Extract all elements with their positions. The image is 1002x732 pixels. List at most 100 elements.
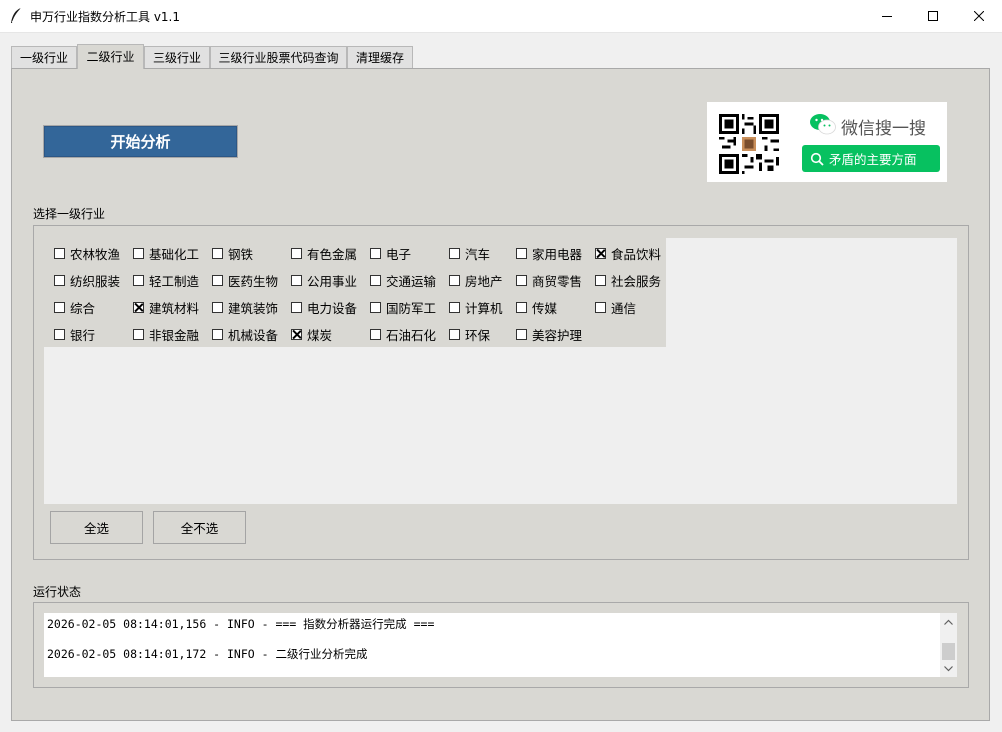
tab-level3[interactable]: 三级行业 — [144, 46, 210, 68]
checkbox-unchecked-icon[interactable] — [449, 274, 460, 286]
select-all-button[interactable]: 全选 — [50, 511, 143, 544]
checkbox-checked-icon[interactable] — [595, 247, 606, 259]
checkbox-unchecked-icon[interactable] — [516, 247, 527, 259]
industry-checkbox[interactable]: 银行 — [54, 326, 95, 343]
checkbox-unchecked-icon[interactable] — [54, 247, 65, 259]
industry-list-area: 农林牧渔 基础化工 钢铁 有色金属 电子 汽车 家用电器 食品饮料纺织服装 轻工制造 医药生物 公用… — [44, 238, 957, 504]
maximize-button[interactable] — [910, 0, 956, 32]
industry-checkbox[interactable]: 纺织服装 — [54, 272, 120, 289]
industry-checkbox[interactable]: 家用电器 — [516, 245, 582, 262]
checkbox-unchecked-icon[interactable] — [133, 328, 144, 340]
industry-checkbox[interactable]: 综合 — [54, 299, 96, 316]
wechat-banner: 微信搜一搜 矛盾的主要方面 — [707, 102, 947, 182]
checkbox-unchecked-icon[interactable] — [516, 301, 527, 313]
industry-checkbox[interactable]: 有色金属 — [291, 245, 357, 262]
checkbox-checked-icon[interactable] — [133, 301, 144, 313]
wechat-search-text: 矛盾的主要方面 — [829, 152, 917, 167]
industry-checkbox[interactable]: 美容护理 — [516, 326, 582, 343]
window-title: 申万行业指数分析工具 v1.1 — [30, 10, 181, 24]
search-icon — [810, 152, 824, 166]
industry-checkbox[interactable]: 传媒 — [516, 299, 558, 316]
checkbox-unchecked-icon[interactable] — [291, 247, 302, 259]
industry-checkbox-label: 食品饮料 — [611, 246, 662, 262]
chevron-up-icon — [944, 619, 953, 625]
industry-checkbox[interactable]: 钢铁 — [212, 245, 253, 262]
checkbox-unchecked-icon[interactable] — [516, 328, 527, 340]
industry-checkbox[interactable]: 交通运输 — [370, 272, 437, 289]
industry-checkbox[interactable]: 公用事业 — [291, 272, 358, 289]
industry-checkbox[interactable]: 医药生物 — [212, 272, 278, 289]
checkbox-unchecked-icon[interactable] — [370, 301, 381, 313]
industry-checkbox[interactable]: 机械设备 — [212, 326, 278, 343]
checkbox-unchecked-icon[interactable] — [449, 301, 460, 313]
industry-checkbox[interactable]: 轻工制造 — [133, 272, 199, 289]
industry-checkbox[interactable]: 建筑材料 — [133, 299, 199, 316]
industry-checkbox-label: 传媒 — [532, 300, 558, 316]
checkbox-unchecked-icon[interactable] — [212, 301, 223, 313]
industry-checkbox[interactable]: 国防军工 — [370, 299, 436, 316]
industry-checkbox[interactable]: 基础化工 — [133, 245, 199, 262]
checkbox-unchecked-icon[interactable] — [595, 301, 606, 313]
industry-checkbox[interactable]: 农林牧渔 — [54, 245, 121, 262]
industry-checkbox-label: 建筑装饰 — [228, 300, 279, 316]
industry-checkbox[interactable]: 石油石化 — [370, 326, 437, 343]
industry-checkbox-label: 石油石化 — [386, 327, 437, 343]
log-scrollbar[interactable] — [940, 613, 957, 677]
checkbox-grid: 农林牧渔 基础化工 钢铁 有色金属 电子 汽车 家用电器 食品饮料纺织服装 轻工制造 医药生物 公用… — [44, 238, 666, 347]
industry-checkbox[interactable]: 非银金融 — [133, 326, 199, 343]
industry-checkbox[interactable]: 商贸零售 — [516, 272, 583, 289]
industry-checkbox[interactable]: 房地产 — [449, 272, 503, 289]
checkbox-unchecked-icon[interactable] — [449, 328, 460, 340]
qr-code-icon — [719, 114, 779, 174]
checkbox-unchecked-icon[interactable] — [370, 247, 381, 259]
industry-checkbox-label: 交通运输 — [386, 273, 437, 289]
industry-checkbox[interactable]: 社会服务 — [595, 272, 661, 289]
industry-checkbox-label: 商贸零售 — [532, 273, 583, 289]
start-analysis-button[interactable]: 开始分析 — [43, 125, 238, 158]
log-line: 2026-02-05 08:14:01,156 - INFO - === 指数分… — [47, 617, 435, 631]
industry-checkbox[interactable]: 电子 — [370, 245, 411, 262]
log-textbox[interactable]: 2026-02-05 08:14:01,156 - INFO - === 指数分… — [44, 613, 957, 677]
checkbox-unchecked-icon[interactable] — [54, 328, 65, 340]
industry-checkbox-label: 环保 — [465, 327, 491, 343]
checkbox-unchecked-icon[interactable] — [54, 274, 65, 286]
minimize-button[interactable] — [864, 0, 910, 32]
checkbox-checked-icon[interactable] — [291, 328, 302, 340]
industry-checkbox[interactable]: 煤炭 — [291, 326, 332, 343]
industry-checkbox-label: 通信 — [611, 300, 637, 316]
checkbox-unchecked-icon[interactable] — [595, 274, 606, 286]
checkbox-unchecked-icon[interactable] — [212, 328, 223, 340]
checkbox-unchecked-icon[interactable] — [54, 301, 65, 313]
tab-level1[interactable]: 一级行业 — [11, 46, 77, 68]
tab-clear-cache[interactable]: 清理缓存 — [347, 46, 413, 68]
wechat-search-pill: 矛盾的主要方面 — [802, 145, 940, 172]
industry-checkbox[interactable]: 环保 — [449, 326, 491, 343]
checkbox-unchecked-icon[interactable] — [291, 274, 302, 286]
industry-checkbox[interactable]: 建筑装饰 — [212, 299, 279, 316]
scroll-thumb[interactable] — [942, 643, 955, 660]
checkbox-unchecked-icon[interactable] — [370, 274, 381, 286]
close-button[interactable] — [956, 0, 1002, 32]
scroll-down-arrow[interactable] — [940, 660, 957, 677]
industry-checkbox-label: 综合 — [70, 300, 96, 316]
checkbox-unchecked-icon[interactable] — [449, 247, 460, 259]
industry-checkbox[interactable]: 食品饮料 — [595, 245, 662, 262]
wechat-search-label: 微信搜一搜 — [841, 119, 926, 139]
checkbox-unchecked-icon[interactable] — [370, 328, 381, 340]
checkbox-unchecked-icon[interactable] — [212, 274, 223, 286]
industry-checkbox-label: 农林牧渔 — [70, 246, 121, 262]
checkbox-unchecked-icon[interactable] — [516, 274, 527, 286]
tab-level3-stock-query[interactable]: 三级行业股票代码查询 — [210, 46, 347, 68]
scroll-up-arrow[interactable] — [940, 613, 957, 630]
checkbox-unchecked-icon[interactable] — [133, 247, 144, 259]
industry-checkbox-label: 公用事业 — [307, 273, 358, 289]
industry-checkbox[interactable]: 电力设备 — [291, 299, 357, 316]
deselect-all-button[interactable]: 全不选 — [153, 511, 246, 544]
industry-checkbox[interactable]: 计算机 — [449, 299, 503, 316]
checkbox-unchecked-icon[interactable] — [212, 247, 223, 259]
tab-level2[interactable]: 二级行业 — [77, 44, 144, 69]
checkbox-unchecked-icon[interactable] — [133, 274, 144, 286]
checkbox-unchecked-icon[interactable] — [291, 301, 302, 313]
industry-checkbox[interactable]: 汽车 — [449, 245, 490, 262]
industry-checkbox[interactable]: 通信 — [595, 299, 637, 316]
